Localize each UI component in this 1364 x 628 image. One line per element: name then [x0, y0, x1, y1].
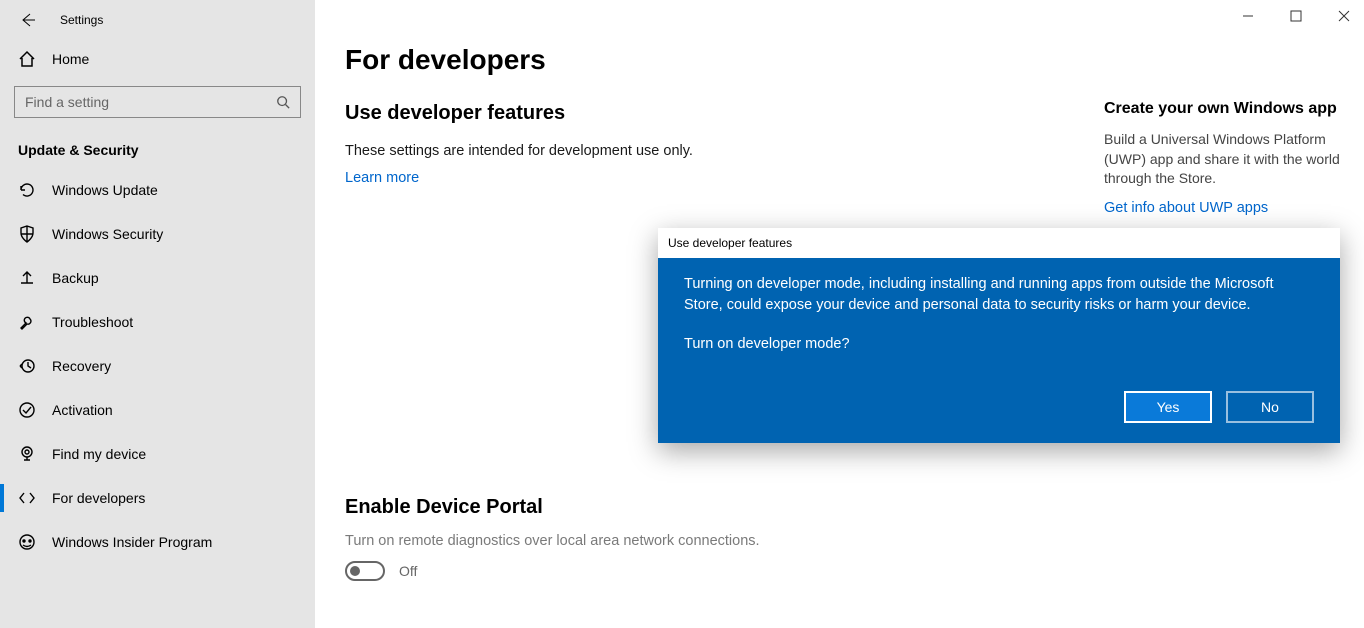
shield-icon	[18, 225, 36, 243]
upload-icon	[18, 269, 36, 287]
dialog-title: Use developer features	[658, 228, 1340, 258]
back-icon[interactable]	[20, 12, 36, 28]
section-use-developer-heading: Use developer features	[345, 102, 1064, 125]
sidebar-item-label: Backup	[52, 270, 99, 286]
home-button[interactable]: Home	[0, 38, 315, 80]
sidebar-item-label: For developers	[52, 490, 145, 506]
search-input[interactable]	[25, 94, 268, 110]
wrench-icon	[18, 313, 36, 331]
device-portal-toggle-label: Off	[399, 563, 417, 579]
search-icon	[276, 95, 290, 109]
sidebar-item-label: Windows Insider Program	[52, 534, 212, 550]
insider-icon	[18, 533, 36, 551]
close-button[interactable]	[1330, 6, 1358, 26]
sidebar-item-windows-insider-program[interactable]: Windows Insider Program	[0, 520, 315, 564]
nav-list: Windows Update Windows Security Backup Trou…	[0, 168, 315, 564]
dialog-body-text: Turning on developer mode, including ins…	[684, 274, 1314, 316]
sidebar-item-label: Windows Update	[52, 182, 158, 198]
search-box[interactable]	[14, 86, 301, 118]
sidebar-item-label: Find my device	[52, 446, 146, 462]
sidebar-item-label: Troubleshoot	[52, 314, 133, 330]
sidebar-item-recovery[interactable]: Recovery	[0, 344, 315, 388]
sidebar-item-backup[interactable]: Backup	[0, 256, 315, 300]
learn-more-link[interactable]: Learn more	[345, 170, 419, 186]
dialog-yes-button[interactable]: Yes	[1124, 391, 1212, 423]
section-device-portal-text: Turn on remote diagnostics over local ar…	[345, 533, 1064, 549]
window-controls	[1234, 6, 1358, 26]
section-use-developer-text: These settings are intended for developm…	[345, 143, 1064, 159]
check-icon	[18, 401, 36, 419]
page-title: For developers	[345, 44, 1064, 76]
sidebar-item-label: Recovery	[52, 358, 111, 374]
sidebar-item-find-my-device[interactable]: Find my device	[0, 432, 315, 476]
sidebar-item-troubleshoot[interactable]: Troubleshoot	[0, 300, 315, 344]
device-portal-toggle[interactable]	[345, 561, 385, 581]
right-create-app-heading: Create your own Windows app	[1104, 100, 1340, 118]
sidebar-item-windows-security[interactable]: Windows Security	[0, 212, 315, 256]
code-icon	[18, 489, 36, 507]
sidebar-item-label: Windows Security	[52, 226, 163, 242]
sidebar-section-title: Update & Security	[0, 128, 315, 168]
sidebar: Settings Home Update & Security Windows …	[0, 0, 315, 628]
dialog-no-button[interactable]: No	[1226, 391, 1314, 423]
app-title: Settings	[60, 13, 103, 27]
locate-icon	[18, 445, 36, 463]
main: For developers Use developer features Th…	[315, 0, 1364, 628]
right-create-app-text: Build a Universal Windows Platform (UWP)…	[1104, 130, 1340, 189]
dialog-question: Turn on developer mode?	[684, 334, 1314, 355]
sidebar-item-activation[interactable]: Activation	[0, 388, 315, 432]
sidebar-item-windows-update[interactable]: Windows Update	[0, 168, 315, 212]
refresh-icon	[18, 181, 36, 199]
section-device-portal-heading: Enable Device Portal	[345, 496, 1064, 519]
minimize-button[interactable]	[1234, 6, 1262, 26]
right-uwp-link[interactable]: Get info about UWP apps	[1104, 200, 1268, 216]
developer-mode-dialog: Use developer features Turning on develo…	[658, 228, 1340, 443]
sidebar-item-for-developers[interactable]: For developers	[0, 476, 315, 520]
home-label: Home	[52, 51, 89, 67]
maximize-button[interactable]	[1282, 6, 1310, 26]
home-icon	[18, 50, 36, 68]
sidebar-item-label: Activation	[52, 402, 113, 418]
history-icon	[18, 357, 36, 375]
